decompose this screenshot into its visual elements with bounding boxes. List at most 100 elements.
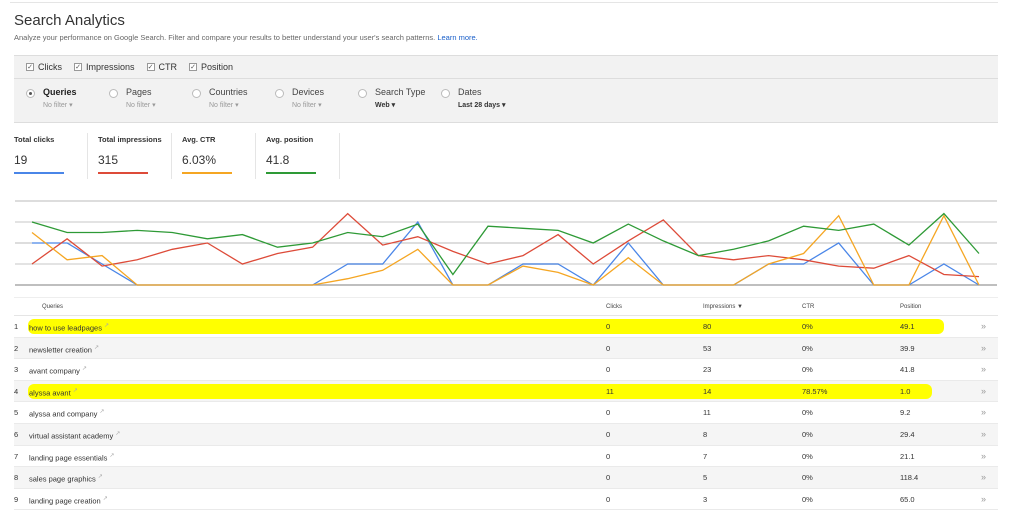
series-underline <box>182 172 232 174</box>
ctr-cell: 0% <box>802 429 813 439</box>
external-link-icon[interactable]: ↗ <box>104 323 109 329</box>
row-number: 7 <box>14 451 19 461</box>
summary-avg-position[interactable]: Avg. position 41.8 <box>266 133 340 179</box>
filter-dropdown[interactable]: No filter ▾ <box>126 101 156 109</box>
col-position[interactable]: Position <box>900 298 921 317</box>
radio-icon[interactable] <box>441 89 450 98</box>
table-row[interactable]: 3 avant company ↗ 0 23 0% 41.8 » <box>14 359 998 381</box>
col-ctr[interactable]: CTR <box>802 298 814 317</box>
query-link[interactable]: how to use leadpages ↗ <box>29 316 109 339</box>
ctr-cell: 0% <box>802 322 813 331</box>
ctr-cell: 0% <box>802 451 813 461</box>
performance-chart[interactable] <box>0 190 1024 295</box>
query-link[interactable]: landing page creation ↗ <box>29 489 108 511</box>
table-row[interactable]: 4 alyssa avant ↗ 11 14 78.57% 1.0 » <box>14 380 998 404</box>
query-link[interactable]: newsletter creation ↗ <box>29 338 99 361</box>
table-row[interactable]: 6 virtual assistant academy ↗ 0 8 0% 29.4 » <box>14 423 998 447</box>
row-details-icon[interactable]: » <box>981 402 986 423</box>
impressions-cell: 80 <box>703 322 712 331</box>
table-row[interactable]: 2 newsletter creation ↗ 0 53 0% 39.9 » <box>14 337 998 361</box>
toggle-ctr[interactable]: ✓ CTR <box>146 62 177 72</box>
clicks-cell: 11 <box>606 386 614 396</box>
clicks-cell: 0 <box>606 343 611 353</box>
row-details-icon[interactable]: » <box>981 359 986 380</box>
top-divider <box>10 2 998 3</box>
summary-cards: Total clicks 19 Total impressions 315 Av… <box>14 133 350 179</box>
clicks-cell: 0 <box>606 365 611 375</box>
row-details-icon[interactable]: » <box>981 316 986 337</box>
checkbox-icon[interactable]: ✓ <box>189 63 198 71</box>
table-row[interactable]: 1 how to use leadpages ↗ 0 80 0% 49.1 » <box>14 316 998 338</box>
position-cell: 1.0 <box>900 386 911 396</box>
col-clicks[interactable]: Clicks <box>606 298 622 317</box>
clicks-cell: 0 <box>606 408 611 418</box>
filter-dropdown[interactable]: Web ▾ <box>375 101 395 109</box>
table-row[interactable]: 9 landing page creation ↗ 0 3 0% 65.0» <box>14 489 998 511</box>
external-link-icon[interactable]: ↗ <box>82 366 87 372</box>
filter-dropdown[interactable]: No filter ▾ <box>209 101 239 109</box>
query-link[interactable]: avant company ↗ <box>29 359 87 382</box>
external-link-icon[interactable]: ↗ <box>99 409 104 415</box>
query-link[interactable]: virtual assistant academy ↗ <box>29 424 120 447</box>
filter-dropdown[interactable]: No filter ▾ <box>292 101 322 109</box>
row-number: 1 <box>14 322 19 331</box>
queries-table: Queries Clicks Impressions ▼ CTR Positio… <box>14 297 998 511</box>
radio-icon[interactable] <box>358 89 367 98</box>
clicks-cell: 0 <box>606 429 611 439</box>
external-link-icon[interactable]: ↗ <box>109 453 114 459</box>
impressions-cell: 11 <box>703 408 711 418</box>
query-link[interactable]: sales page graphics ↗ <box>29 467 103 490</box>
checkbox-icon[interactable]: ✓ <box>26 63 34 71</box>
row-details-icon[interactable]: » <box>981 381 986 402</box>
impressions-cell: 8 <box>703 429 708 439</box>
checkbox-icon[interactable]: ✓ <box>74 63 82 71</box>
summary-avg-ctr[interactable]: Avg. CTR 6.03% <box>182 133 256 179</box>
external-link-icon[interactable]: ↗ <box>94 345 99 351</box>
radio-icon[interactable] <box>275 89 284 98</box>
external-link-icon[interactable]: ↗ <box>98 474 103 480</box>
checkbox-icon[interactable]: ✓ <box>146 63 155 71</box>
row-number: 6 <box>14 429 19 439</box>
query-link[interactable]: landing page essentials ↗ <box>29 446 114 469</box>
radio-icon[interactable] <box>192 89 201 98</box>
series-underline <box>14 172 64 174</box>
row-details-icon[interactable]: » <box>981 424 986 445</box>
col-queries[interactable]: Queries <box>42 298 63 317</box>
ctr-cell: 0% <box>802 473 813 483</box>
toggle-clicks[interactable]: ✓ Clicks <box>26 62 62 72</box>
summary-total-impressions[interactable]: Total impressions 315 <box>98 133 172 179</box>
row-number: 8 <box>14 473 19 483</box>
table-row[interactable]: 7 landing page essentials ↗ 0 7 0% 21.1 » <box>14 446 998 468</box>
row-number: 2 <box>14 343 19 353</box>
toggle-position[interactable]: ✓ Position <box>189 62 233 72</box>
external-link-icon[interactable]: ↗ <box>103 496 108 502</box>
impressions-cell: 5 <box>703 473 708 483</box>
query-link[interactable]: alyssa and company ↗ <box>29 402 104 425</box>
col-impressions[interactable]: Impressions ▼ <box>703 298 743 317</box>
filter-dropdown[interactable]: No filter ▾ <box>43 101 73 109</box>
position-cell: 21.1 <box>900 451 915 461</box>
ctr-cell: 0% <box>802 365 813 375</box>
learn-more-link[interactable]: Learn more. <box>437 33 477 42</box>
series-line-impressions[interactable] <box>31 212 980 278</box>
row-details-icon[interactable]: » <box>981 446 986 467</box>
external-link-icon[interactable]: ↗ <box>115 431 120 437</box>
table-header: Queries Clicks Impressions ▼ CTR Positio… <box>14 297 998 316</box>
toggle-impressions[interactable]: ✓ Impressions <box>74 62 135 72</box>
table-row[interactable]: 5 alyssa and company ↗ 0 11 0% 9.2 » <box>14 402 998 424</box>
radio-selected-icon[interactable] <box>26 89 35 98</box>
table-row[interactable]: 8 sales page graphics ↗ 0 5 0% 118.4 » <box>14 467 998 489</box>
row-details-icon[interactable]: » <box>981 338 986 359</box>
position-cell: 118.4 <box>900 473 919 483</box>
query-link[interactable]: alyssa avant ↗ <box>29 381 78 404</box>
row-number: 3 <box>14 365 19 375</box>
ctr-cell: 0% <box>802 408 813 418</box>
row-details-icon[interactable]: » <box>981 467 986 488</box>
filter-dropdown[interactable]: Last 28 days ▾ <box>458 101 506 109</box>
clicks-cell: 0 <box>606 451 611 461</box>
impressions-cell: 7 <box>703 451 708 461</box>
external-link-icon[interactable]: ↗ <box>73 388 78 394</box>
radio-icon[interactable] <box>109 89 118 98</box>
summary-total-clicks[interactable]: Total clicks 19 <box>14 133 88 179</box>
position-cell: 9.2 <box>900 408 911 418</box>
